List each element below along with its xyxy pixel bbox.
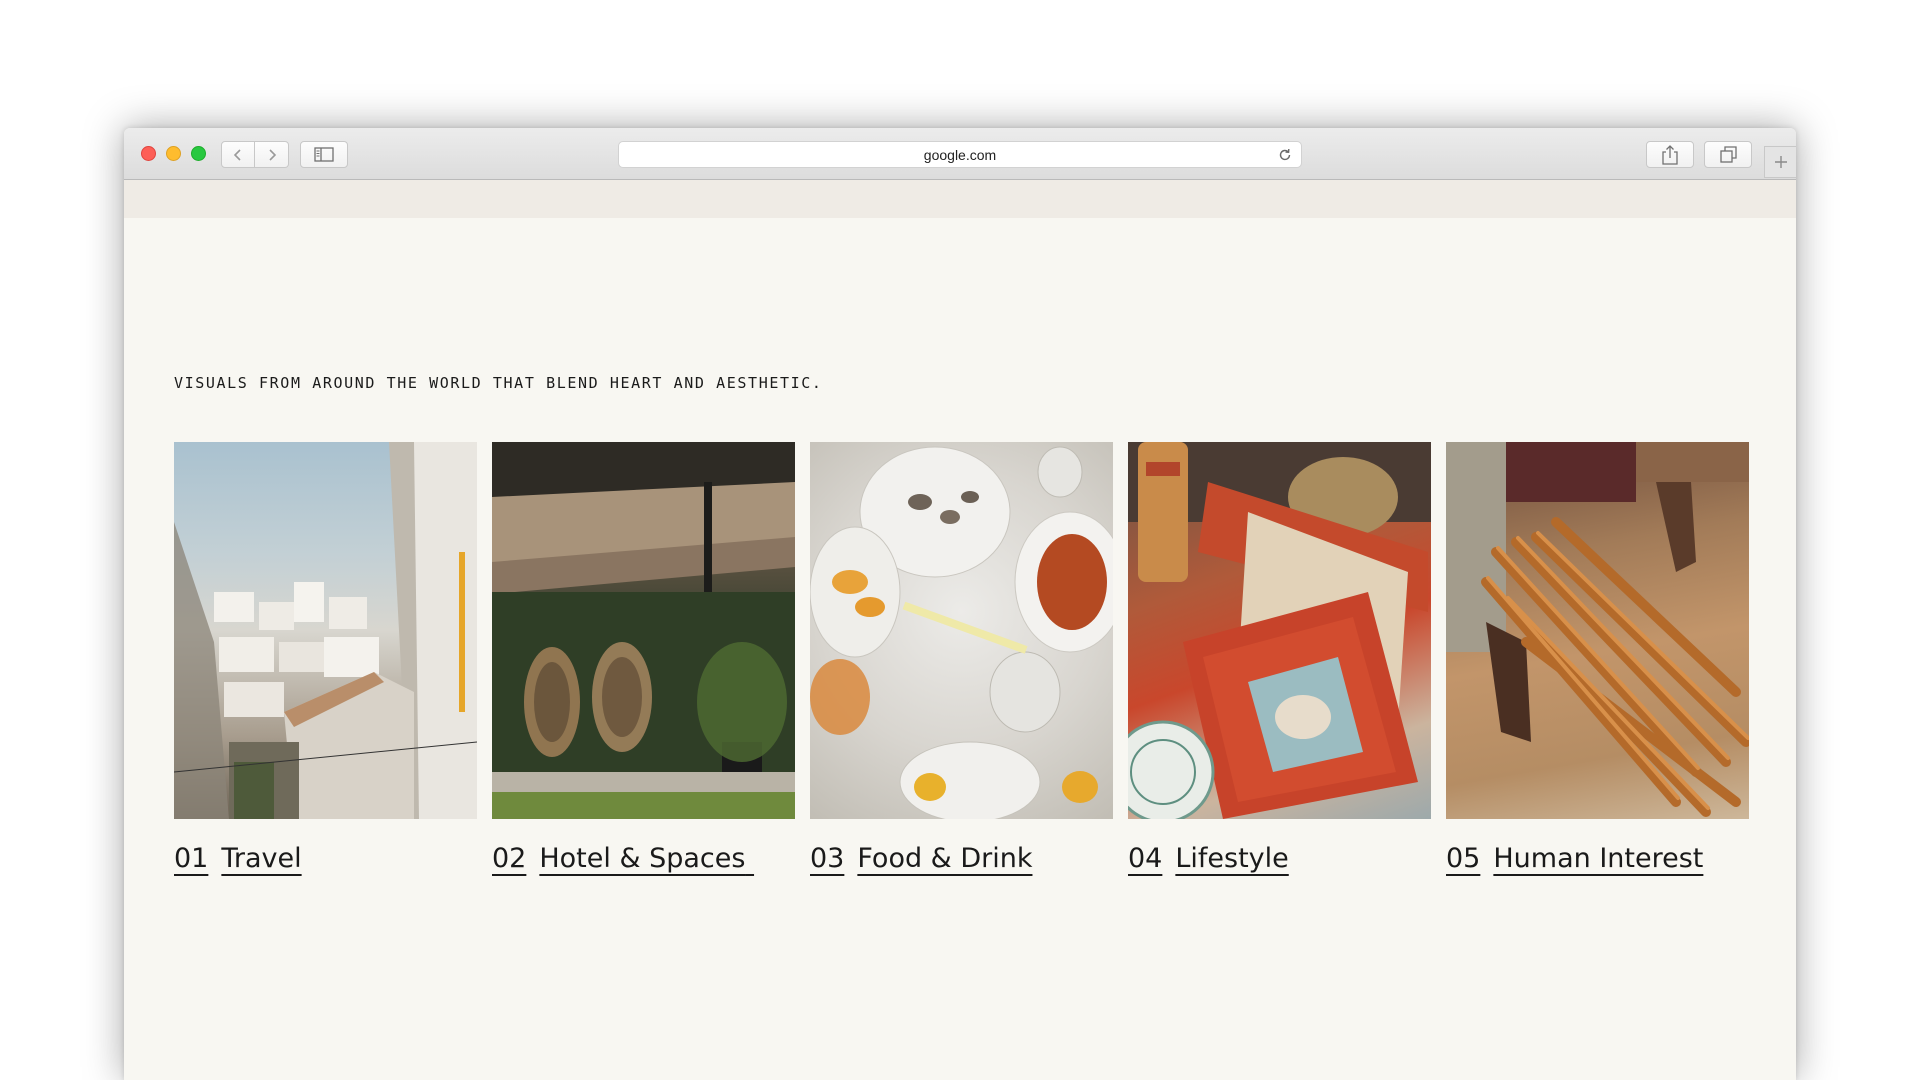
- category-label: Hotel & Spaces: [539, 843, 746, 874]
- address-text: google.com: [923, 146, 997, 163]
- lifestyle-photo[interactable]: [1128, 442, 1431, 819]
- category-number: 04: [1128, 843, 1163, 874]
- category-link-lifestyle[interactable]: 04 Lifestyle: [1128, 843, 1289, 874]
- new-tab-button[interactable]: [1764, 146, 1796, 178]
- close-window-button[interactable]: [141, 146, 156, 161]
- address-bar[interactable]: google.com: [618, 141, 1302, 168]
- zoom-window-button[interactable]: [191, 146, 206, 161]
- category-link-travel[interactable]: 01 Travel: [174, 843, 302, 874]
- browser-window: google.com VISUALS FROM AROUND THE WORLD…: [124, 128, 1796, 1080]
- category-label: Lifestyle: [1175, 843, 1289, 874]
- share-button[interactable]: [1646, 141, 1694, 168]
- back-button[interactable]: [221, 141, 255, 168]
- category-card-travel[interactable]: 01 Travel: [174, 442, 477, 874]
- category-number: 03: [810, 843, 845, 874]
- category-label: Travel: [221, 843, 302, 874]
- category-card-food-drink[interactable]: 03 Food & Drink: [810, 442, 1113, 874]
- forward-button[interactable]: [255, 141, 289, 168]
- category-label: Food & Drink: [857, 843, 1033, 874]
- category-card-hotel-spaces[interactable]: 02 Hotel & Spaces: [492, 442, 795, 874]
- tabs-icon: [1719, 146, 1737, 163]
- hotel-spaces-photo[interactable]: [492, 442, 795, 819]
- page-content: VISUALS FROM AROUND THE WORLD THAT BLEND…: [124, 218, 1796, 1080]
- chevron-right-icon: [268, 148, 276, 161]
- human-interest-photo[interactable]: [1446, 442, 1749, 819]
- tagline: VISUALS FROM AROUND THE WORLD THAT BLEND…: [174, 374, 823, 392]
- reload-icon[interactable]: [1277, 147, 1293, 163]
- category-number: 05: [1446, 843, 1481, 874]
- share-icon: [1662, 144, 1678, 165]
- category-number: 02: [492, 843, 527, 874]
- category-link-human-interest[interactable]: 05 Human Interest: [1446, 843, 1703, 874]
- plus-icon: [1774, 156, 1787, 168]
- category-label: Human Interest: [1493, 843, 1704, 874]
- category-link-hotel-spaces[interactable]: 02 Hotel & Spaces: [492, 843, 754, 874]
- travel-photo[interactable]: [174, 442, 477, 819]
- minimize-window-button[interactable]: [166, 146, 181, 161]
- sidebar-toggle-button[interactable]: [300, 141, 348, 168]
- chevron-left-icon: [233, 148, 241, 161]
- food-drink-photo[interactable]: [810, 442, 1113, 819]
- sidebar-icon: [314, 147, 334, 162]
- site-header-strip: [124, 180, 1796, 218]
- category-link-food-drink[interactable]: 03 Food & Drink: [810, 843, 1032, 874]
- category-number: 01: [174, 843, 209, 874]
- browser-toolbar: google.com: [124, 128, 1796, 180]
- tab-overview-button[interactable]: [1704, 141, 1752, 168]
- category-card-lifestyle[interactable]: 04 Lifestyle: [1128, 442, 1431, 874]
- category-card-human-interest[interactable]: 05 Human Interest: [1446, 442, 1749, 874]
